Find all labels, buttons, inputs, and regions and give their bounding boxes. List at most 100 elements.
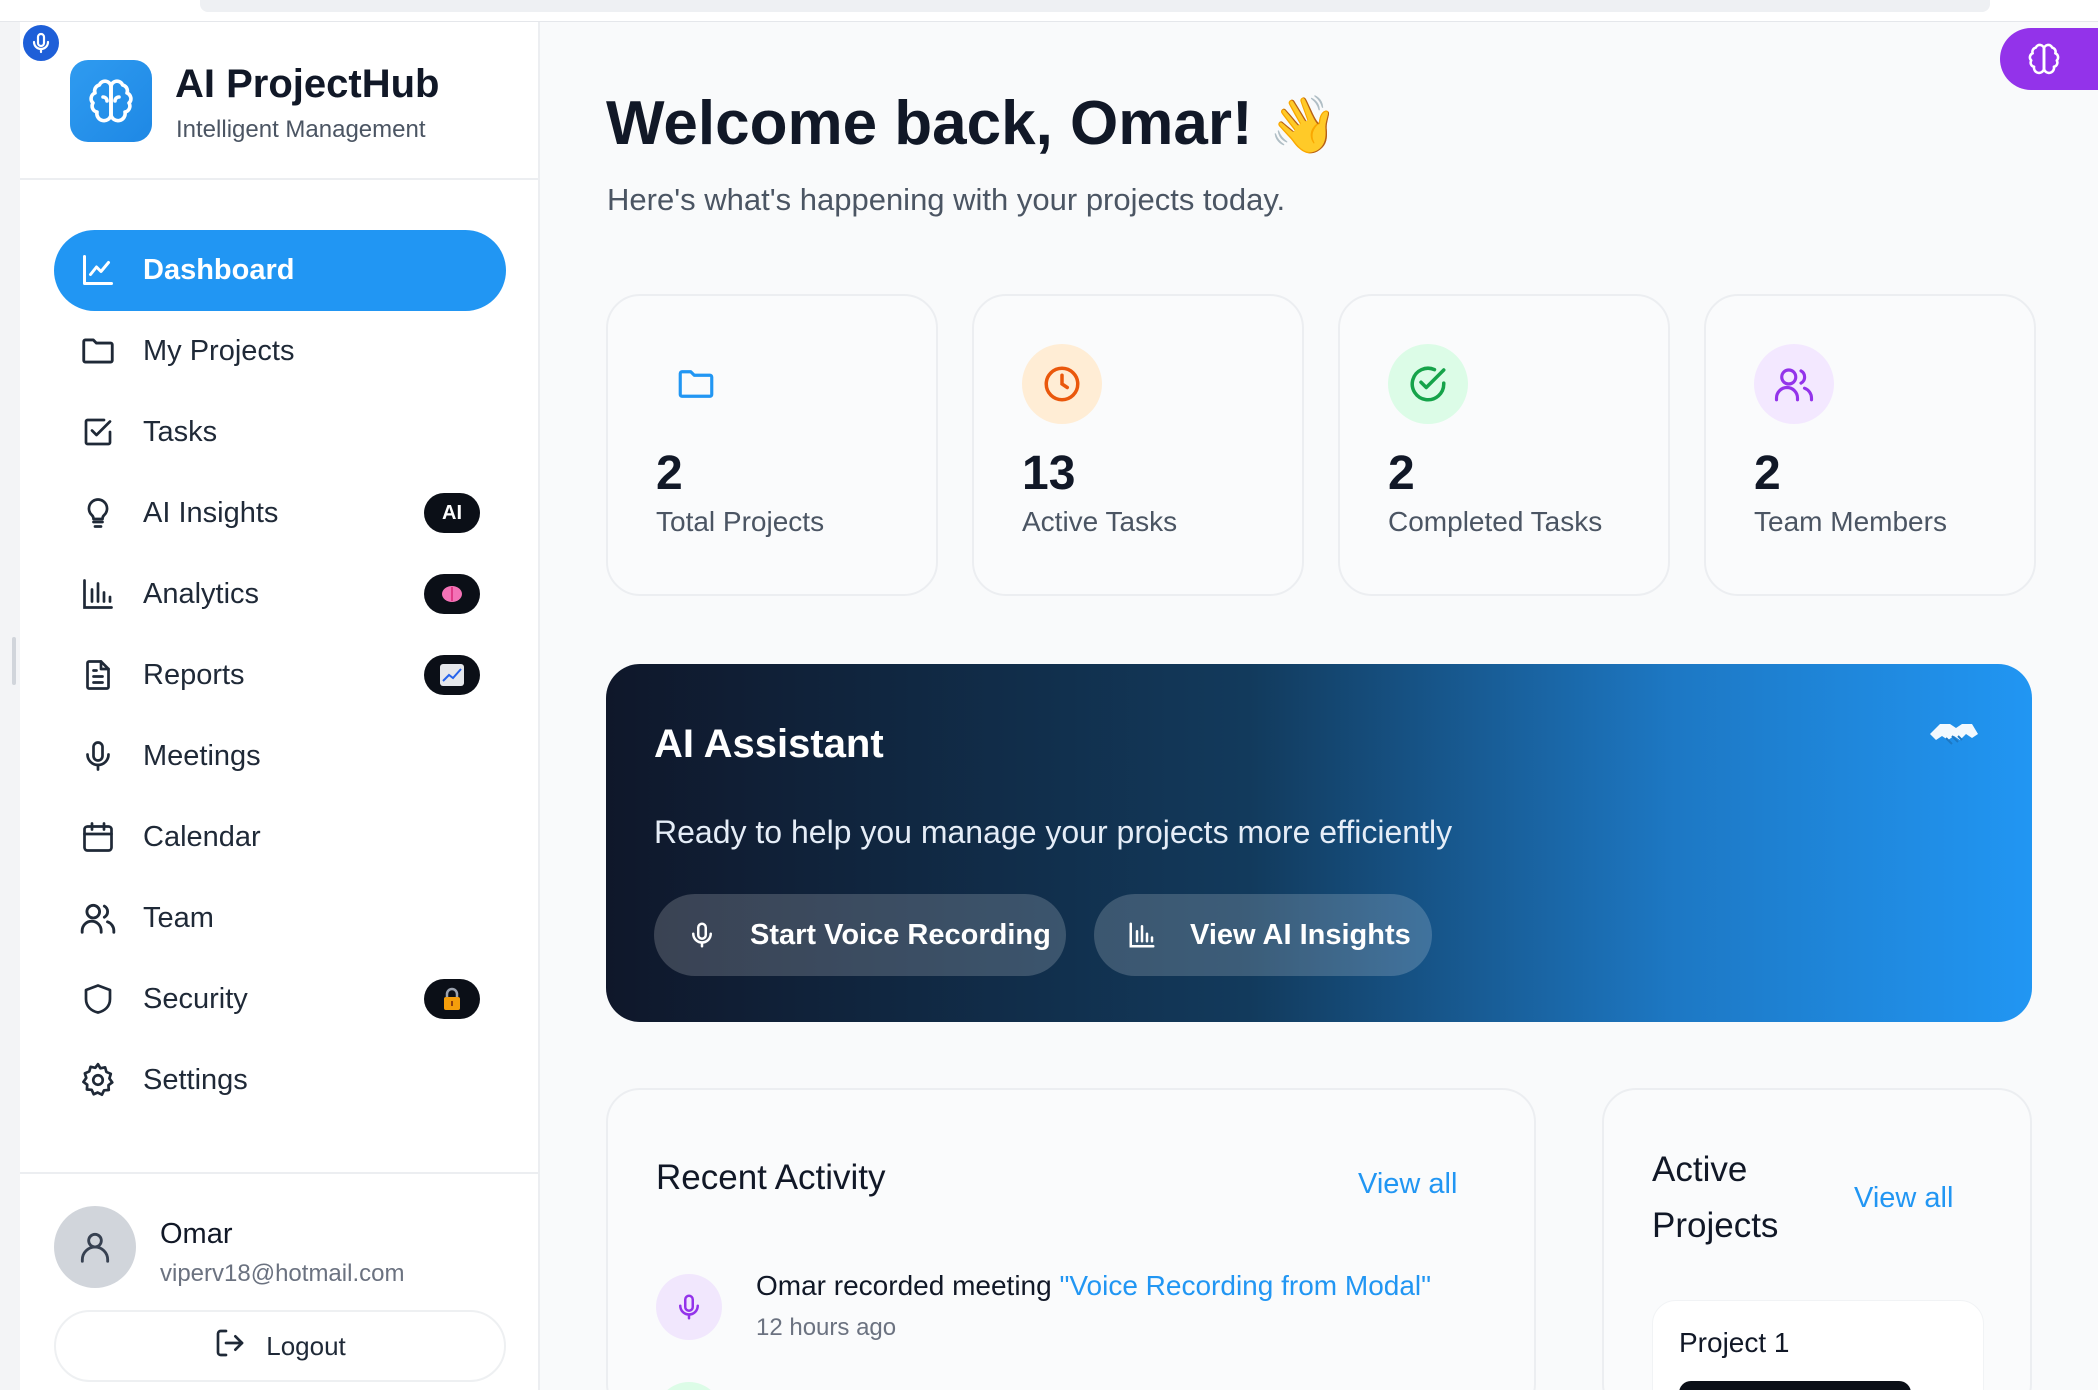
gear-icon: [78, 1060, 118, 1100]
activity-icon: [656, 1382, 722, 1390]
stat-card-team-members[interactable]: 2 Team Members: [1704, 294, 2036, 596]
sidebar: AI ProjectHub Intelligent Management Das…: [20, 22, 540, 1390]
logout-icon: [214, 1327, 246, 1366]
checkbox-icon: [78, 412, 118, 452]
file-text-icon: [78, 655, 118, 695]
folder-icon: [78, 331, 118, 371]
avatar[interactable]: [54, 1206, 136, 1288]
sidebar-item-calendar[interactable]: Calendar: [54, 797, 506, 878]
browser-top-strip: [0, 0, 2098, 22]
main-content: Welcome back, Omar! 👋 Here's what's happe…: [540, 22, 2098, 1390]
sidebar-item-label: AI Insights: [143, 497, 279, 529]
sidebar-item-label: Settings: [143, 1064, 248, 1096]
activity-description: Omar recorded meeting: [756, 1270, 1060, 1301]
ai-assistant-title: AI Assistant: [654, 722, 884, 766]
sidebar-item-reports[interactable]: Reports: [54, 635, 506, 716]
project-name: Project 1: [1679, 1327, 1790, 1358]
ai-assistant-subtitle: Ready to help you manage your projects m…: [654, 814, 1453, 850]
stat-card-completed-tasks[interactable]: 2 Completed Tasks: [1338, 294, 1670, 596]
stat-card-total-projects[interactable]: 2 Total Projects: [606, 294, 938, 596]
mic-icon: [78, 736, 118, 776]
app-tagline: Intelligent Management: [176, 116, 426, 143]
ai-assistant-banner: AI Assistant Ready to help you manage yo…: [606, 664, 2032, 1022]
start-voice-recording-button[interactable]: Start Voice Recording: [654, 894, 1066, 976]
sidebar-item-ai-insights[interactable]: AI Insights AI: [54, 473, 506, 554]
sidebar-item-meetings[interactable]: Meetings: [54, 716, 506, 797]
activity-meeting-link[interactable]: "Voice Recording from Modal": [1059, 1270, 1431, 1301]
page-title: Welcome back, Omar! 👋: [606, 88, 1338, 159]
mic-icon: [656, 1274, 722, 1340]
user-panel: Omar viperv18@hotmail.com Logout: [20, 1172, 538, 1390]
shield-icon: [78, 979, 118, 1019]
clock-icon: [1022, 344, 1102, 424]
chart-line-icon: [78, 250, 118, 290]
project-card[interactable]: Project 1: [1652, 1300, 1984, 1390]
sidebar-item-label: Team: [143, 902, 214, 934]
mic-icon: [684, 917, 720, 953]
sidebar-item-label: Analytics: [143, 578, 260, 610]
sidebar-item-team[interactable]: Team: [54, 878, 506, 959]
stat-value: 13: [1022, 447, 1076, 500]
sidebar-item-dashboard[interactable]: Dashboard: [54, 230, 506, 311]
brain-icon[interactable]: [70, 60, 152, 142]
sidebar-item-label: Meetings: [143, 740, 261, 772]
stat-card-active-tasks[interactable]: 13 Active Tasks: [972, 294, 1304, 596]
welcome-text: Welcome back, Omar!: [606, 89, 1253, 158]
sidebar-item-tasks[interactable]: Tasks: [54, 392, 506, 473]
check-circle-icon: [1388, 344, 1468, 424]
view-ai-insights-label: View AI Insights: [1190, 918, 1411, 951]
sidebar-item-my-projects[interactable]: My Projects: [54, 311, 506, 392]
stat-value: 2: [1388, 447, 1415, 500]
sidebar-item-settings[interactable]: Settings: [54, 1040, 506, 1121]
stat-label: Active Tasks: [1022, 506, 1178, 537]
project-status-bar: [1679, 1381, 1911, 1390]
activity-text: Omar recorded meeting "Voice Recording f…: [756, 1270, 1431, 1302]
users-icon: [78, 898, 118, 938]
calendar-icon: [78, 817, 118, 857]
active-projects-title-line: Projects: [1652, 1206, 1779, 1245]
sidebar-nav: Dashboard My Projects Tasks AI Insights: [54, 230, 506, 1121]
resize-handle[interactable]: [12, 637, 16, 685]
recent-activity-view-all-link[interactable]: View all: [1358, 1168, 1457, 1201]
start-voice-recording-label: Start Voice Recording: [750, 918, 1051, 951]
sidebar-item-security[interactable]: Security: [54, 959, 506, 1040]
ai-chat-brain-icon[interactable]: [2000, 28, 2098, 90]
ai-badge: AI: [424, 493, 480, 533]
user-name: Omar: [160, 1218, 233, 1250]
window-left-edge: [0, 22, 20, 1390]
stat-value: 2: [1754, 447, 1781, 500]
logout-label: Logout: [266, 1330, 346, 1361]
folder-icon: [656, 344, 736, 424]
active-projects-view-all-link[interactable]: View all: [1854, 1182, 1953, 1215]
lock-emoji-icon: [424, 979, 480, 1019]
voice-widget-mic-icon[interactable]: [20, 22, 62, 64]
logout-button[interactable]: Logout: [54, 1310, 506, 1382]
view-ai-insights-button[interactable]: View AI Insights: [1094, 894, 1432, 976]
stat-value: 2: [656, 447, 683, 500]
brand-header: AI ProjectHub Intelligent Management: [20, 22, 538, 180]
lightbulb-icon: [78, 493, 118, 533]
recent-activity-card: Recent Activity View all Omar recorded m…: [606, 1088, 1536, 1390]
handshake-icon: [1930, 724, 1978, 745]
sidebar-item-label: Security: [143, 983, 248, 1015]
user-email: viperv18@hotmail.com: [160, 1260, 405, 1287]
sidebar-item-analytics[interactable]: Analytics: [54, 554, 506, 635]
sidebar-item-label: Reports: [143, 659, 245, 691]
bar-chart-icon: [1124, 917, 1160, 953]
activity-time: 12 hours ago: [756, 1314, 897, 1341]
active-projects-title: Active Projects: [1652, 1142, 1778, 1254]
sidebar-item-label: Calendar: [143, 821, 261, 853]
address-bar[interactable]: [200, 0, 1990, 12]
users-icon: [1754, 344, 1834, 424]
active-projects-card: Active Projects View all Project 1: [1602, 1088, 2032, 1390]
waving-hand-icon: 👋: [1268, 93, 1339, 156]
sidebar-item-label: My Projects: [143, 335, 295, 367]
stat-label: Completed Tasks: [1388, 506, 1603, 537]
app-title: AI ProjectHub: [175, 62, 440, 106]
brain-emoji-icon: [424, 574, 480, 614]
active-projects-title-line: Active: [1652, 1150, 1748, 1189]
app-frame: AI ProjectHub Intelligent Management Das…: [0, 0, 2098, 1390]
stat-label: Team Members: [1754, 506, 1947, 537]
recent-activity-title: Recent Activity: [656, 1158, 886, 1197]
sidebar-item-label: Tasks: [143, 416, 218, 448]
